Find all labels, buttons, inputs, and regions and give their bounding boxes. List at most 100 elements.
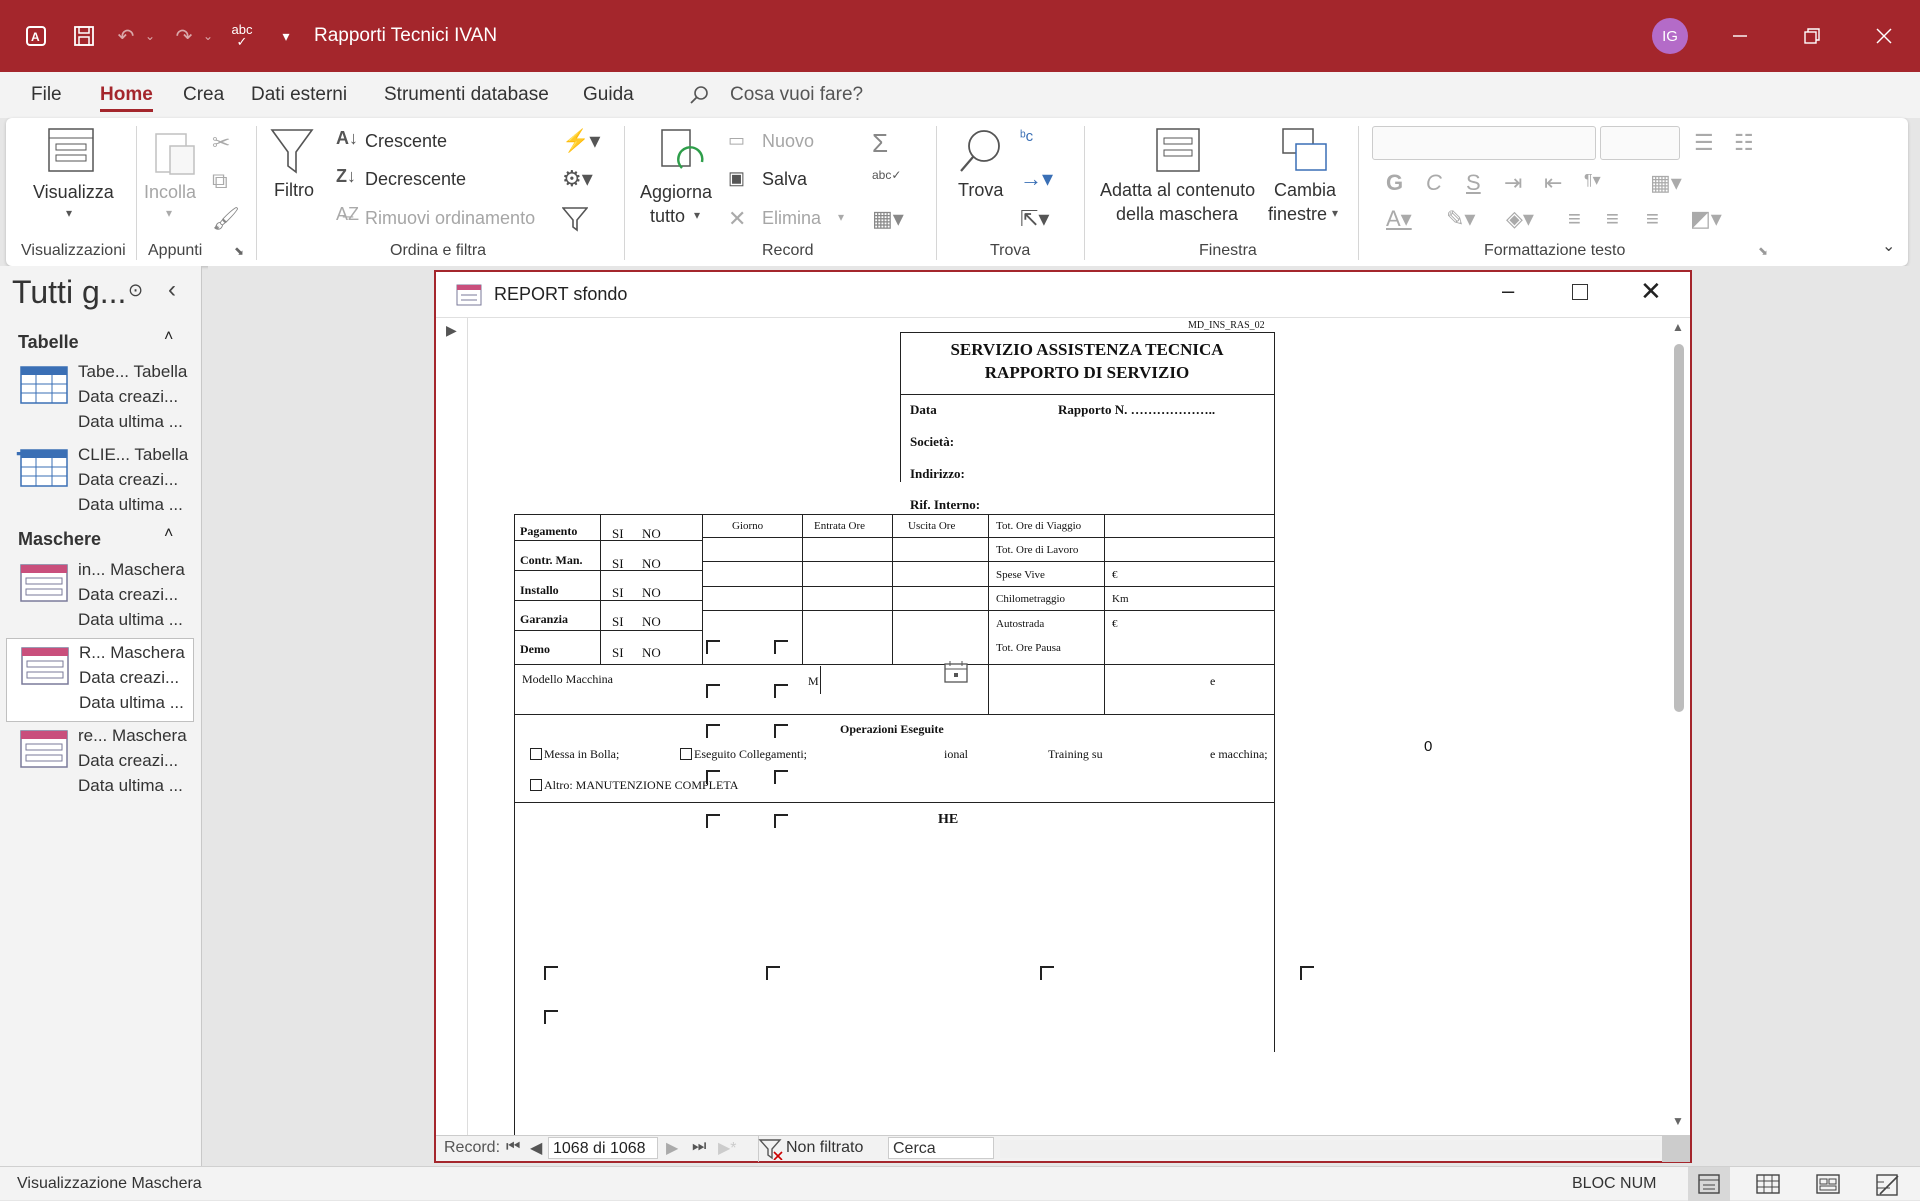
form-view-icon[interactable]: [1688, 1167, 1730, 1201]
find-icon[interactable]: [958, 128, 1004, 179]
fit-to-form-icon[interactable]: [1156, 128, 1200, 177]
checkbox[interactable]: [706, 814, 720, 828]
replace-icon[interactable]: ᵇc: [1020, 128, 1033, 145]
save-icon[interactable]: [70, 22, 98, 50]
checkbox[interactable]: [774, 814, 788, 828]
next-record-icon[interactable]: ▶: [666, 1138, 678, 1158]
dialog-launcher-icon[interactable]: ⬊: [1758, 244, 1768, 258]
chevron-down-icon[interactable]: ▾: [166, 206, 172, 220]
checkbox-collegamenti[interactable]: [680, 748, 692, 760]
nav-item-form-1[interactable]: in... Maschera Data creazi... Data ultim…: [6, 556, 194, 640]
collapse-ribbon-icon[interactable]: ⌄: [1882, 236, 1895, 256]
current-record-field[interactable]: 1068 di 1068: [548, 1137, 658, 1159]
more-icon[interactable]: ▦▾: [872, 206, 904, 232]
filter-icon[interactable]: [270, 128, 314, 179]
save-record-icon[interactable]: ▣: [728, 168, 745, 189]
toggle-filter-icon[interactable]: [561, 206, 589, 237]
view-icon[interactable]: [48, 128, 94, 177]
previous-record-icon[interactable]: ◀: [530, 1138, 542, 1158]
collapse-nav-icon[interactable]: ‹: [168, 276, 176, 304]
datasheet-view-icon[interactable]: [1756, 1174, 1780, 1199]
refresh-all-icon[interactable]: [660, 128, 706, 183]
layout-view-icon[interactable]: [1816, 1174, 1840, 1199]
minimize-icon[interactable]: –: [1502, 278, 1514, 304]
customize-icon[interactable]: ▾: [272, 22, 300, 50]
checkbox[interactable]: [706, 770, 720, 784]
chevron-up-icon[interactable]: ˄: [164, 328, 173, 346]
tab-dati-esterni[interactable]: Dati esterni: [251, 84, 347, 106]
avatar[interactable]: IG: [1652, 18, 1688, 54]
nav-item-table-2[interactable]: ➡ CLIE... Tabella Data creazi... Data ul…: [6, 441, 194, 525]
checkbox[interactable]: [544, 966, 558, 980]
format-painter-icon[interactable]: 🖌: [212, 206, 240, 232]
nav-pane-title[interactable]: Tutti g...: [12, 274, 126, 311]
last-record-icon[interactable]: ⏭: [692, 1138, 706, 1156]
gridlines-icon[interactable]: ▦▾: [1650, 170, 1682, 196]
italic-button[interactable]: C: [1426, 170, 1442, 196]
spellcheck-icon[interactable]: abc ✓: [228, 22, 256, 50]
chevron-down-icon[interactable]: ▾: [1332, 206, 1338, 220]
new-record-icon[interactable]: ▶*: [718, 1138, 737, 1158]
first-record-icon[interactable]: ⏮: [506, 1138, 520, 1156]
number-list-icon[interactable]: ☷: [1734, 130, 1754, 156]
filter-button[interactable]: Filtro: [274, 180, 314, 201]
spelling-icon[interactable]: abc✓: [872, 168, 901, 182]
minimize-icon[interactable]: [1704, 0, 1776, 72]
align-center-icon[interactable]: ≡: [1606, 206, 1619, 232]
font-size-select[interactable]: [1600, 126, 1680, 160]
conditional-format-icon[interactable]: ◩▾: [1690, 206, 1722, 232]
filter-status[interactable]: Non filtrato: [786, 1139, 863, 1157]
cut-icon[interactable]: ✂: [212, 130, 230, 156]
sort-ascending-icon[interactable]: A↓: [336, 128, 358, 149]
redo-dropdown-icon[interactable]: ⌄: [194, 22, 222, 50]
chevron-up-icon[interactable]: ˄: [164, 525, 173, 543]
search-field[interactable]: Cerca: [888, 1137, 994, 1159]
view-button[interactable]: Visualizza: [33, 182, 114, 203]
fit-to-form-button[interactable]: Adatta al contenuto: [1100, 180, 1255, 201]
switch-windows-icon[interactable]: [1282, 128, 1328, 177]
nav-item-form-2[interactable]: R... Maschera Data creazi... Data ultima…: [6, 638, 194, 722]
selection-filter-icon[interactable]: ⚡▾: [562, 128, 600, 154]
tab-home[interactable]: Home: [100, 84, 153, 112]
underline-button[interactable]: S: [1466, 170, 1481, 196]
new-record-icon[interactable]: ▭: [728, 130, 745, 151]
checkbox-altro[interactable]: [530, 779, 542, 791]
highlight-icon[interactable]: ✎▾: [1446, 206, 1475, 232]
checkbox[interactable]: [1040, 966, 1054, 980]
horizontal-scrollbar[interactable]: [1000, 1140, 1660, 1158]
checkbox[interactable]: [1300, 966, 1314, 980]
nav-item-form-3[interactable]: re... Maschera Data creazi... Data ultim…: [6, 722, 194, 806]
remove-sort-button[interactable]: Rimuovi ordinamento: [365, 208, 535, 229]
scroll-thumb[interactable]: [1674, 344, 1684, 712]
font-family-select[interactable]: [1372, 126, 1596, 160]
access-logo-icon[interactable]: A: [22, 22, 50, 50]
restore-icon[interactable]: [1776, 0, 1848, 72]
align-right-icon[interactable]: ≡: [1646, 206, 1659, 232]
checkbox[interactable]: [766, 966, 780, 980]
nav-section-tables[interactable]: Tabelle: [18, 332, 79, 353]
paragraph-icon[interactable]: ¶▾: [1584, 170, 1601, 190]
checkbox[interactable]: [706, 684, 720, 698]
chevron-down-icon[interactable]: ▾: [694, 208, 700, 222]
chevron-down-icon[interactable]: ▾: [838, 210, 844, 224]
checkbox[interactable]: [544, 1010, 558, 1024]
goto-icon[interactable]: →▾: [1020, 166, 1053, 192]
paste-icon[interactable]: [152, 128, 196, 181]
tab-strumenti-database[interactable]: Strumenti database: [384, 84, 549, 106]
record-selector[interactable]: ▶: [436, 318, 468, 1135]
close-icon[interactable]: [1848, 0, 1920, 72]
undo-dropdown-icon[interactable]: ⌄: [136, 22, 164, 50]
checkbox[interactable]: [774, 770, 788, 784]
chevron-down-icon[interactable]: ▾: [66, 206, 72, 220]
fill-color-icon[interactable]: ◈▾: [1506, 206, 1534, 232]
paste-button[interactable]: Incolla: [144, 182, 196, 203]
maximize-icon[interactable]: [1572, 284, 1588, 300]
calendar-icon[interactable]: [944, 660, 970, 689]
refresh-all-button[interactable]: Aggiorna: [640, 182, 712, 203]
select-icon[interactable]: ⇱▾: [1020, 206, 1049, 232]
bold-button[interactable]: G: [1386, 170, 1403, 196]
checkbox[interactable]: [774, 724, 788, 738]
checkbox[interactable]: [774, 640, 788, 654]
advanced-filter-icon[interactable]: ⚙▾: [562, 166, 593, 192]
size-grip[interactable]: [1662, 1136, 1690, 1162]
